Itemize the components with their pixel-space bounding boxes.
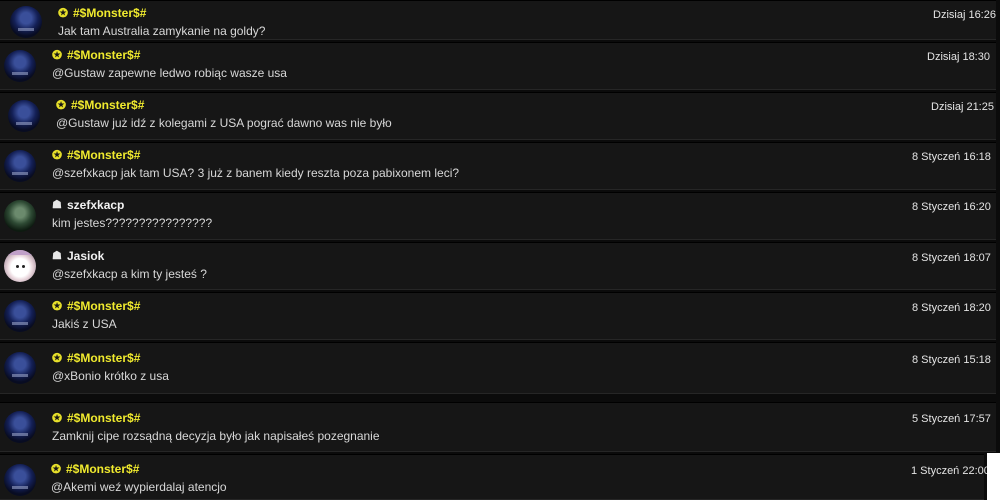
message-row: ☗ szefxkacp 8 Styczeń 16:20 kim jestes??… — [0, 192, 996, 240]
avatar[interactable] — [8, 100, 40, 132]
author-name[interactable]: #$Monster$# — [67, 351, 140, 365]
message-text: @Gustaw już idź z kolegami z USA pograć … — [56, 116, 392, 130]
rank-badge-icon: ☗ — [52, 250, 62, 262]
avatar[interactable] — [4, 250, 36, 282]
timestamp: 8 Styczeń 18:07 — [912, 252, 991, 264]
author-line: ✪ #$Monster$# — [52, 351, 140, 365]
avatar[interactable] — [4, 411, 36, 443]
message-text: Jak tam Australia zamykanie na goldy? — [58, 24, 266, 38]
rank-badge-icon: ☗ — [52, 199, 62, 211]
star-icon: ✪ — [58, 6, 69, 20]
author-name[interactable]: #$Monster$# — [67, 411, 140, 425]
timestamp: Dzisiaj 18:30 — [927, 51, 990, 63]
avatar[interactable] — [4, 352, 36, 384]
message-text: @xBonio krótko z usa — [52, 369, 169, 383]
star-icon: ✪ — [52, 351, 63, 365]
timestamp: 8 Styczeń 16:18 — [912, 151, 991, 163]
message-row: ✪ #$Monster$# 8 Styczeń 15:18 @xBonio kr… — [0, 342, 996, 394]
avatar[interactable] — [10, 6, 42, 38]
avatar[interactable] — [4, 150, 36, 182]
author-line: ✪ #$Monster$# — [51, 462, 139, 476]
author-name[interactable]: #$Monster$# — [71, 98, 144, 112]
timestamp: 1 Styczeń 22:00 — [911, 465, 990, 477]
message-row: ✪ #$Monster$# Dzisiaj 21:25 @Gustaw już … — [0, 92, 996, 140]
author-line: ✪ #$Monster$# — [52, 411, 140, 425]
author-line: ✪ #$Monster$# — [56, 98, 144, 112]
message-row: ✪ #$Monster$# Dzisiaj 18:30 @Gustaw zape… — [0, 42, 996, 90]
timestamp: Dzisiaj 16:26 — [933, 9, 996, 21]
author-name[interactable]: #$Monster$# — [73, 6, 146, 20]
star-icon: ✪ — [51, 462, 62, 476]
timestamp: 5 Styczeń 17:57 — [912, 413, 991, 425]
author-name[interactable]: Jasiok — [67, 249, 104, 263]
avatar[interactable] — [4, 300, 36, 332]
message-row: ✪ #$Monster$# 8 Styczeń 16:18 @szefxkacp… — [0, 142, 996, 190]
avatar[interactable] — [4, 200, 36, 232]
message-row: ✪ #$Monster$# 5 Styczeń 17:57 Zamknij ci… — [0, 402, 996, 452]
star-icon: ✪ — [56, 98, 67, 112]
author-name[interactable]: #$Monster$# — [66, 462, 139, 476]
timestamp: 8 Styczeń 18:20 — [912, 302, 991, 314]
message-row: ✪ #$Monster$# Dzisiaj 16:26 Jak tam Aust… — [0, 0, 996, 40]
author-name[interactable]: szefxkacp — [67, 198, 124, 212]
message-row: ✪ #$Monster$# 1 Styczeń 22:00 @Akemi weź… — [0, 454, 990, 500]
star-icon: ✪ — [52, 411, 63, 425]
timestamp: Dzisiaj 21:25 — [931, 101, 994, 113]
shoutbox-feed: ✪ #$Monster$# Dzisiaj 16:26 Jak tam Aust… — [0, 0, 1000, 500]
author-line: ☗ Jasiok — [52, 249, 104, 263]
avatar[interactable] — [4, 50, 36, 82]
timestamp: 8 Styczeń 16:20 — [912, 201, 991, 213]
author-line: ✪ #$Monster$# — [52, 299, 140, 313]
author-name[interactable]: #$Monster$# — [67, 48, 140, 62]
message-text: @Gustaw zapewne ledwo robiąc wasze usa — [52, 66, 287, 80]
message-text: @szefxkacp a kim ty jesteś ? — [52, 267, 207, 281]
star-icon: ✪ — [52, 48, 63, 62]
message-row: ✪ #$Monster$# 8 Styczeń 18:20 Jakiś z US… — [0, 292, 996, 340]
author-line: ☗ szefxkacp — [52, 198, 124, 212]
author-name[interactable]: #$Monster$# — [67, 299, 140, 313]
avatar[interactable] — [4, 464, 36, 496]
timestamp: 8 Styczeń 15:18 — [912, 354, 991, 366]
star-icon: ✪ — [52, 148, 63, 162]
scrollbar-corner — [987, 453, 1000, 500]
author-line: ✪ #$Monster$# — [52, 48, 140, 62]
author-line: ✪ #$Monster$# — [58, 6, 146, 20]
message-text: Zamknij cipe rozsądną decyzja było jak n… — [52, 429, 380, 443]
message-row: ☗ Jasiok 8 Styczeń 18:07 @szefxkacp a ki… — [0, 242, 996, 290]
star-icon: ✪ — [52, 299, 63, 313]
message-text: @szefxkacp jak tam USA? 3 już z banem ki… — [52, 166, 460, 180]
author-name[interactable]: #$Monster$# — [67, 148, 140, 162]
message-text: kim jestes???????????????? — [52, 216, 213, 230]
message-text: Jakiś z USA — [52, 317, 117, 331]
author-line: ✪ #$Monster$# — [52, 148, 140, 162]
message-text: @Akemi weź wypierdalaj atencjo — [51, 480, 227, 494]
